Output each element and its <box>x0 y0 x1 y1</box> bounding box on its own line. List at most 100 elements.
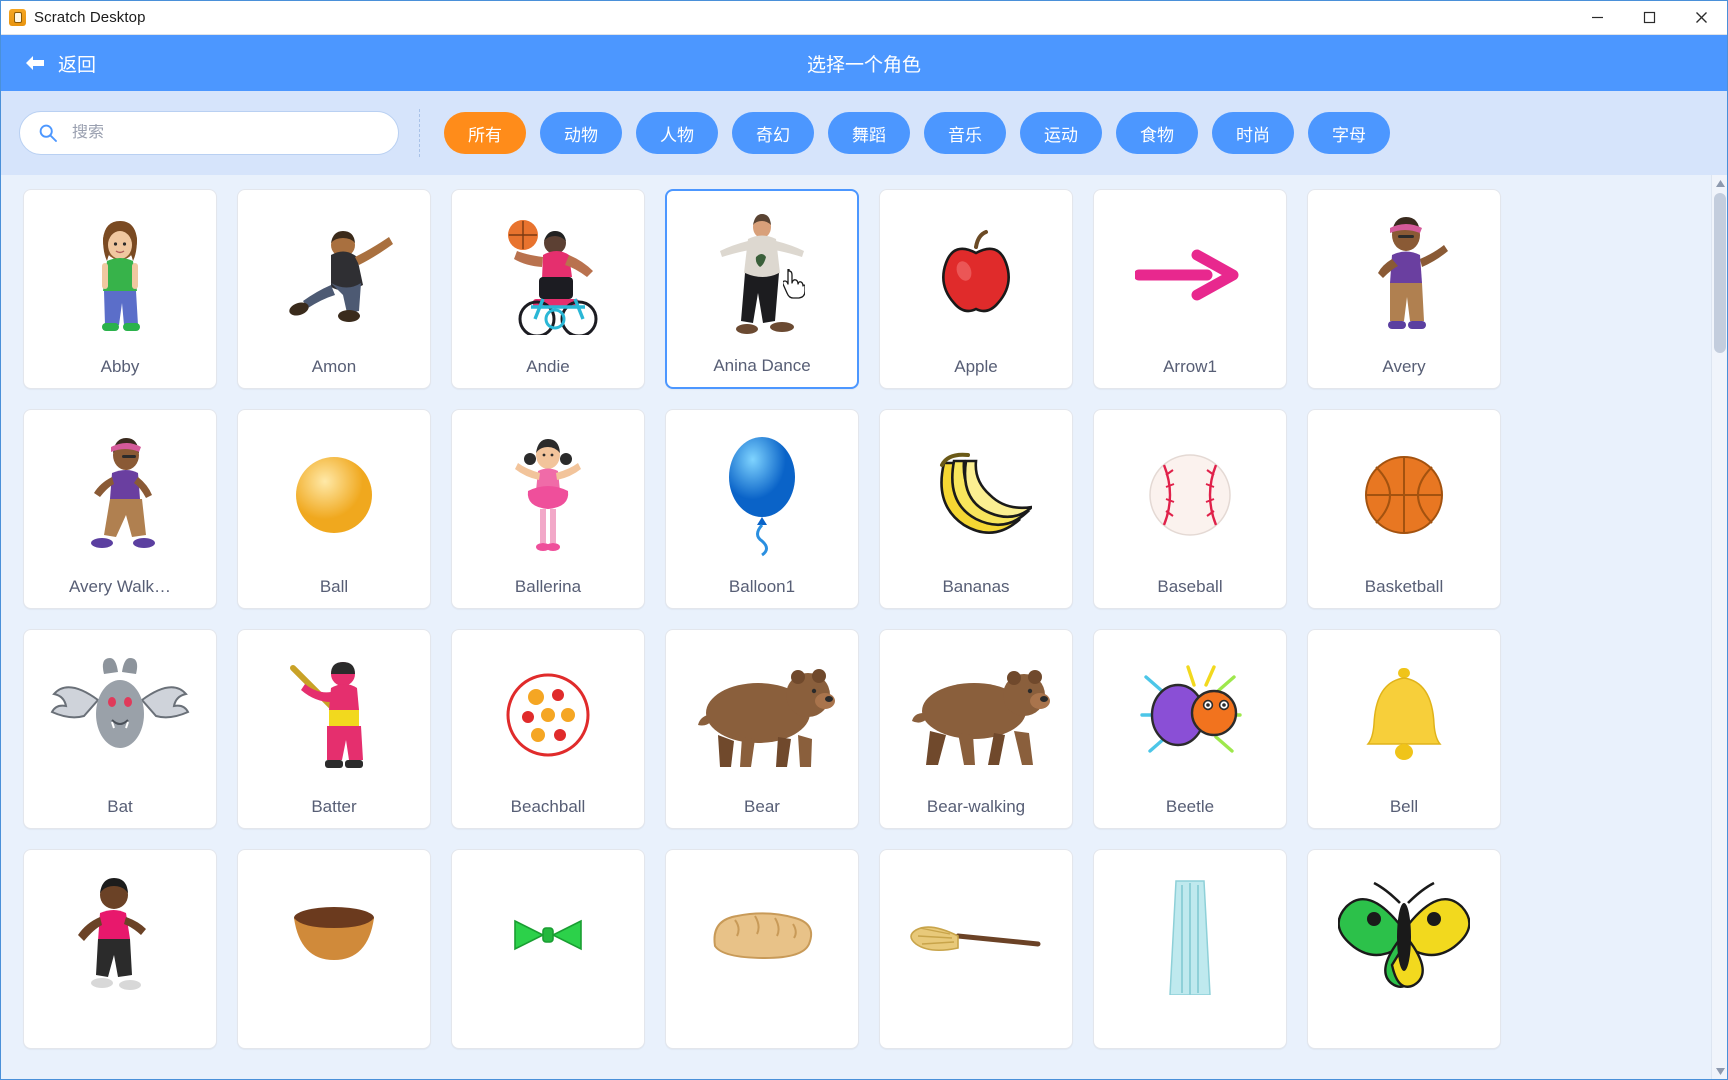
maximize-button[interactable] <box>1623 1 1675 35</box>
sprite-card[interactable]: Beetle <box>1093 629 1287 829</box>
sprite-card[interactable] <box>1307 849 1501 1049</box>
sprite-name-label: Arrow1 <box>1163 357 1217 376</box>
sprite-thumbnail <box>238 850 430 1006</box>
sprite-card[interactable]: Ball <box>237 409 431 609</box>
sprite-card[interactable]: Andie <box>451 189 645 389</box>
tab-sports[interactable]: 运动 <box>1020 112 1102 154</box>
sprite-name-label: Bell <box>1389 797 1419 816</box>
sprite-card[interactable]: Amon <box>237 189 431 389</box>
page-title: 选择一个角色 <box>806 54 921 76</box>
sprite-thumbnail <box>1308 850 1500 1006</box>
library-body: Abby Amon Andie Anina Dance Apple Arrow1… <box>1 175 1727 1079</box>
sprite-thumbnail <box>24 190 216 346</box>
scroll-up-arrow[interactable] <box>1712 175 1727 191</box>
sprite-card[interactable]: Arrow1 <box>1093 189 1287 389</box>
sprite-name-label: Anina Dance <box>713 356 811 375</box>
search-input[interactable] <box>72 124 380 142</box>
search-icon <box>39 124 57 142</box>
sprite-thumbnail <box>24 410 216 566</box>
sprite-thumbnail <box>238 630 430 786</box>
sprite-thumbnail <box>452 850 644 1006</box>
sprite-thumbnail <box>666 850 858 1006</box>
sprite-card[interactable]: Bear <box>665 629 859 829</box>
sprite-card[interactable]: Abby <box>23 189 217 389</box>
sprite-thumbnail <box>1094 190 1286 346</box>
sprite-card[interactable]: Bat <box>23 629 217 829</box>
sprite-thumbnail <box>666 410 858 566</box>
sprite-card[interactable] <box>237 849 431 1049</box>
sprite-name-label: Beetle <box>1165 797 1215 816</box>
sprite-card[interactable]: Avery Walk… <box>23 409 217 609</box>
sprite-thumbnail <box>666 630 858 786</box>
search-box[interactable] <box>19 111 399 155</box>
tab-all[interactable]: 所有 <box>444 112 526 154</box>
sprite-card[interactable] <box>665 849 859 1049</box>
modal-header: 返回 选择一个角色 <box>1 35 1727 91</box>
sprite-card[interactable]: Avery <box>1307 189 1501 389</box>
scrollbar-thumb[interactable] <box>1714 193 1726 353</box>
sprite-thumbnail <box>1094 630 1286 786</box>
back-button[interactable]: 返回 <box>1 50 96 77</box>
sprite-card[interactable]: Bell <box>1307 629 1501 829</box>
tab-people[interactable]: 人物 <box>636 112 718 154</box>
sprite-name-label: Apple <box>954 357 998 376</box>
sprite-card[interactable]: Anina Dance <box>665 189 859 389</box>
tab-fashion[interactable]: 时尚 <box>1212 112 1294 154</box>
sprite-name-label: Bear <box>744 797 780 816</box>
sprite-card[interactable]: Baseball <box>1093 409 1287 609</box>
app-window: Scratch Desktop 返回 选择一个角色 搜索 所有 动物 人物 奇幻… <box>0 0 1728 1080</box>
sprite-card[interactable]: Basketball <box>1307 409 1501 609</box>
sprite-card[interactable]: Apple <box>879 189 1073 389</box>
sprite-card[interactable]: Ballerina <box>451 409 645 609</box>
tab-letters[interactable]: 字母 <box>1308 112 1390 154</box>
category-tabs: 所有 动物 人物 奇幻 舞蹈 音乐 运动 食物 时尚 字母 <box>444 112 1390 154</box>
tab-food[interactable]: 食物 <box>1116 112 1198 154</box>
sprite-thumbnail <box>452 190 644 346</box>
sprite-name-label: Bear-walking <box>926 797 1026 816</box>
scratch-logo-icon <box>9 9 26 26</box>
sprite-card[interactable]: Bananas <box>879 409 1073 609</box>
sprite-card[interactable] <box>879 849 1073 1049</box>
sprite-name-label <box>666 1006 858 1048</box>
sprite-name-label <box>24 1006 216 1048</box>
sprite-thumbnail <box>1094 410 1286 566</box>
sprite-name-label: Batter <box>311 797 357 816</box>
sprite-name-label: Bat <box>107 797 133 816</box>
sprite-name-label <box>238 1006 430 1048</box>
sprite-name-label <box>452 1006 644 1048</box>
sprite-card[interactable] <box>23 849 217 1049</box>
tab-fantasy[interactable]: 奇幻 <box>732 112 814 154</box>
back-arrow-icon <box>26 56 44 70</box>
sprite-thumbnail <box>667 191 857 345</box>
sprite-thumbnail <box>238 190 430 346</box>
sprite-thumbnail <box>880 190 1072 346</box>
sprite-card[interactable]: Balloon1 <box>665 409 859 609</box>
minimize-button[interactable] <box>1571 1 1623 35</box>
tab-dance[interactable]: 舞蹈 <box>828 112 910 154</box>
title-bar: Scratch Desktop <box>1 1 1727 35</box>
sprite-card[interactable]: Beachball <box>451 629 645 829</box>
sprite-name-label: Basketball <box>1364 577 1444 596</box>
vertical-scrollbar[interactable] <box>1711 175 1727 1079</box>
sprite-thumbnail <box>1308 190 1500 346</box>
sprite-thumbnail <box>452 630 644 786</box>
sprite-name-label: Avery <box>1382 357 1426 376</box>
sprite-name-label: Bananas <box>942 577 1010 596</box>
sprite-name-label <box>1094 1006 1286 1048</box>
scroll-down-arrow[interactable] <box>1712 1063 1727 1079</box>
filter-divider <box>419 109 420 157</box>
sprite-name-label: Andie <box>526 357 570 376</box>
sprite-card[interactable]: Bear-walking <box>879 629 1073 829</box>
sprite-card[interactable]: Batter <box>237 629 431 829</box>
tab-animals[interactable]: 动物 <box>540 112 622 154</box>
sprite-grid: Abby Amon Andie Anina Dance Apple Arrow1… <box>23 189 1701 1049</box>
sprite-grid-scroll[interactable]: Abby Amon Andie Anina Dance Apple Arrow1… <box>1 175 1711 1079</box>
tab-music[interactable]: 音乐 <box>924 112 1006 154</box>
sprite-thumbnail <box>24 630 216 786</box>
sprite-thumbnail <box>238 410 430 566</box>
close-button[interactable] <box>1675 1 1727 35</box>
sprite-card[interactable] <box>1093 849 1287 1049</box>
filter-bar: 所有 动物 人物 奇幻 舞蹈 音乐 运动 食物 时尚 字母 <box>1 91 1727 175</box>
sprite-card[interactable] <box>451 849 645 1049</box>
sprite-thumbnail <box>880 630 1072 786</box>
